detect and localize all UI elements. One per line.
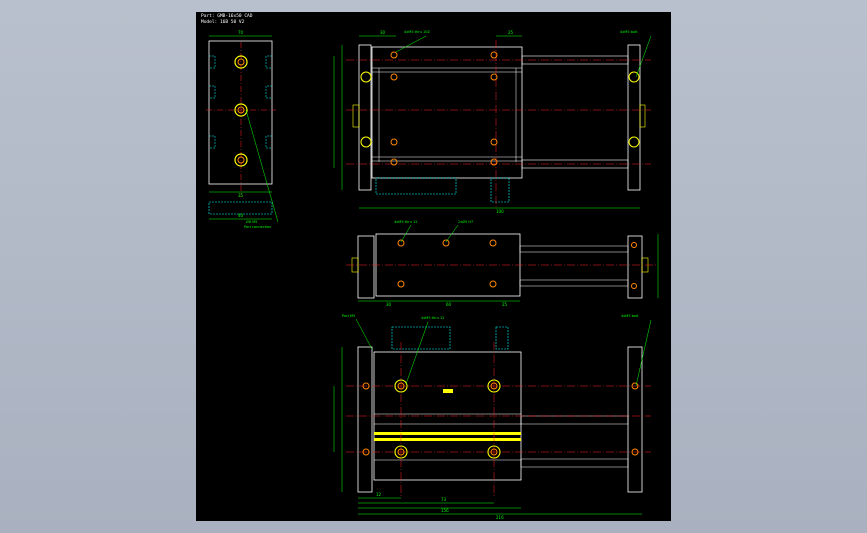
mid-rod-lower: [519, 279, 629, 287]
bottom-view: 12 73 156 216 Port M5 4xM5 thru 12 4xM5 …: [333, 314, 652, 520]
top-body: [371, 46, 523, 179]
top-dim-right: 25: [508, 30, 514, 35]
top-dimensions: [333, 35, 652, 209]
mid-view: 30 60 25 4xM5 thru 12 2xØ5 H7: [346, 219, 659, 307]
bot-left-plate: [357, 346, 373, 493]
bot-callout-mid: 4xM5 thru 12: [421, 316, 444, 320]
bot-label-plate: [443, 389, 453, 393]
top-right-boss: [639, 104, 646, 128]
top-body-lines: [372, 67, 522, 162]
bot-callout-right: 4xM5 bolt: [621, 314, 639, 318]
bot-fitting-2: [495, 326, 509, 350]
top-view: 30 25 100 4xM5 thru 10Z 4xM5 bolt: [333, 30, 652, 214]
bot-centerlines: [346, 342, 651, 498]
mid-holes: [397, 239, 637, 289]
top-left-boss: [352, 104, 360, 128]
bot-body-lines: [374, 413, 521, 461]
mid-left-plate: [357, 235, 375, 299]
bot-rod-upper: [520, 415, 629, 425]
end-dim-mid: 35: [238, 193, 244, 198]
mid-dim-b: 60: [446, 302, 452, 307]
top-callout-left: 4xM5 thru 10Z: [404, 30, 430, 34]
bot-rod-lower: [520, 458, 629, 468]
bot-dim-d: 216: [496, 515, 504, 520]
bot-dimensions: [333, 318, 652, 515]
cad-viewport[interactable]: Part: GMB-16x50 CAD Model: 16B 50 V2 70 …: [196, 12, 671, 521]
bot-dim-c: 156: [441, 508, 449, 513]
end-dim-bottom: 40: [238, 213, 244, 218]
mid-dim-a: 30: [386, 302, 392, 307]
top-left-plate: [358, 44, 372, 191]
top-right-plate: [627, 44, 641, 191]
top-holes: [360, 51, 640, 166]
bot-callout-left: Port M5: [342, 314, 355, 318]
top-dim-left: 30: [380, 30, 386, 35]
drawing-canvas: 70 35 40 Ø6 M5 Port connection 30 25 100…: [206, 30, 659, 520]
mid-rod-upper: [519, 245, 629, 253]
bot-dim-a: 12: [376, 492, 382, 497]
mid-callout-right: 2xØ5 H7: [458, 219, 473, 224]
end-callout-1: Ø6 M5: [246, 219, 257, 224]
top-fitting: [375, 177, 457, 195]
bot-dim-b: 73: [441, 497, 447, 502]
title-block: Part: GMB-16x50 CAD Model: 16B 50 V2: [201, 14, 252, 26]
top-fitting-2: [490, 177, 510, 203]
top-callout-right: 4xM5 bolt: [620, 30, 638, 34]
end-dim-top: 70: [238, 30, 244, 35]
end-slots: [209, 55, 272, 149]
mid-dim-c: 25: [502, 302, 508, 307]
bot-fitting: [391, 326, 451, 350]
mid-dimensions: [358, 224, 659, 302]
title-line-2: Model: 16B 50 V2: [201, 20, 245, 25]
bot-yellow-bands: [374, 432, 521, 441]
end-view: 70 35 40 Ø6 M5 Port connection: [206, 30, 279, 229]
top-centerlines: [346, 40, 651, 207]
top-dim-overall: 100: [496, 209, 504, 214]
bot-holes: [362, 379, 639, 459]
mid-callout-left: 4xM5 thru 12: [394, 220, 417, 224]
end-callout-2: Port connection: [244, 225, 271, 229]
